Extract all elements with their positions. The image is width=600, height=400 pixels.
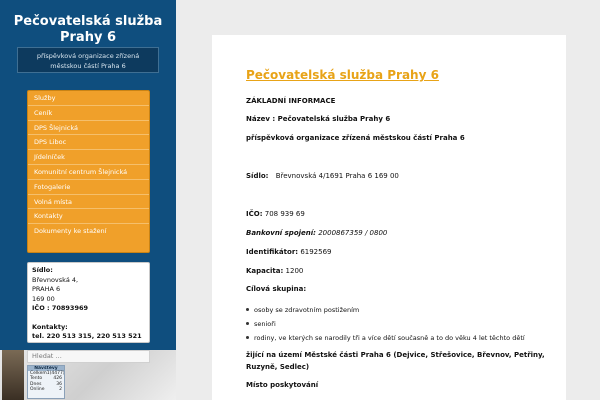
contact-address-line: PRAHA 6 <box>32 285 61 293</box>
ident-label: Identifikátor: <box>246 248 299 256</box>
org-description: příspěvková organizace zřízená městskou … <box>246 134 465 142</box>
kapacita-label: Kapacita: <box>246 267 284 275</box>
menu-item-komunitni-centrum[interactable]: Komunitní centrum Šlejnická <box>28 165 149 180</box>
nazev-value: Pečovatelská služba Prahy 6 <box>277 115 391 123</box>
contact-address-line: Břevnovská 4, <box>32 275 79 284</box>
photo-frame <box>2 350 24 400</box>
main-menu: Služby Ceník DPS Šlejnická DPS Liboc Jíd… <box>27 90 150 253</box>
nazev-label: Název : <box>246 115 276 123</box>
ident-value: 6192569 <box>300 248 332 256</box>
ico-line: IČO: 708 939 69 <box>246 210 305 218</box>
cilova-label: Cílová skupina: <box>246 285 307 293</box>
bank-value: 2000867359 / 0800 <box>318 229 388 237</box>
sidlo-label: Sídlo: <box>246 172 269 180</box>
site-title[interactable]: Pečovatelská služba Prahy 6 <box>8 14 168 46</box>
sidlo-line: Sídlo: Břevnovská 4/1691 Praha 6 169 00 <box>246 172 399 180</box>
bank-line: Bankovní spojení: 2000867359 / 0800 <box>246 229 387 237</box>
site-description: příspěvková organizace zřízená městskou … <box>17 47 159 73</box>
sidebar: Pečovatelská služba Prahy 6 příspěvková … <box>0 0 176 400</box>
menu-item-jidelnicek[interactable]: Jídelníček <box>28 150 149 165</box>
menu-item-cenik[interactable]: Ceník <box>28 106 149 121</box>
contact-sidlo-label: Sídlo: <box>32 266 53 274</box>
kapacita-value: 1200 <box>285 267 304 275</box>
menu-item-dps-slejnicka[interactable]: DPS Šlejnická <box>28 121 149 136</box>
menu-item-dps-liboc[interactable]: DPS Liboc <box>28 135 149 151</box>
contact-ico: IČO : 70893969 <box>32 304 89 312</box>
menu-item-fotogalerie[interactable]: Fotogalerie <box>28 180 149 195</box>
search-input[interactable]: Hledat … <box>27 350 150 363</box>
kapacita-line: Kapacita: 1200 <box>246 267 303 275</box>
cilova-list: osoby se zdravotním postižením senioři r… <box>246 303 525 345</box>
visit-row-value: 2 <box>59 386 62 392</box>
ico-value: 708 939 69 <box>264 210 305 218</box>
ico-label: IČO: <box>246 210 263 218</box>
menu-item-kontakty[interactable]: Kontakty <box>28 209 149 225</box>
menu-item-volna-mista[interactable]: Volná místa <box>28 195 149 210</box>
misto-label: Místo poskytování <box>246 381 319 389</box>
main-content: Pečovatelská služba Prahy 6 ZÁKLADNÍ INF… <box>212 35 566 400</box>
nazev-line: Název : Pečovatelská služba Prahy 6 <box>246 115 390 123</box>
menu-item-sluzby[interactable]: Služby <box>28 91 149 106</box>
page-title[interactable]: Pečovatelská služba Prahy 6 <box>246 68 439 82</box>
visit-counter: Návštěvy Celkem 1(4477) Tento 426 Dnes 36 O… <box>27 365 65 399</box>
visit-row-label: Online <box>30 386 45 392</box>
list-item: osoby se zdravotním postižením <box>246 303 525 317</box>
uzemi-line-2: Ruzyně, Sedlec) <box>246 363 310 371</box>
visit-row: Online 2 <box>28 387 64 392</box>
contact-address-line: 169 00 <box>32 294 55 303</box>
list-item: rodiny, ve kterých se narodily tři a víc… <box>246 331 525 345</box>
section-heading: ZÁKLADNÍ INFORMACE <box>246 97 336 105</box>
contact-widget: Sídlo: Břevnovská 4, PRAHA 6 169 00 IČO … <box>27 262 150 343</box>
bank-label: Bankovní spojení: <box>246 229 316 237</box>
contact-kontakty-label: Kontakty: <box>32 322 68 331</box>
ident-line: Identifikátor: 6192569 <box>246 248 332 256</box>
uzemi-line-1: žijící na území Městské části Praha 6 (D… <box>246 351 545 359</box>
sidlo-value: Břevnovská 4/1691 Praha 6 169 00 <box>275 172 399 180</box>
contact-phone: tel. 220 513 315, 220 513 521 <box>32 332 142 340</box>
menu-item-dokumenty[interactable]: Dokumenty ke stažení <box>28 224 149 239</box>
list-item: senioři <box>246 317 525 331</box>
